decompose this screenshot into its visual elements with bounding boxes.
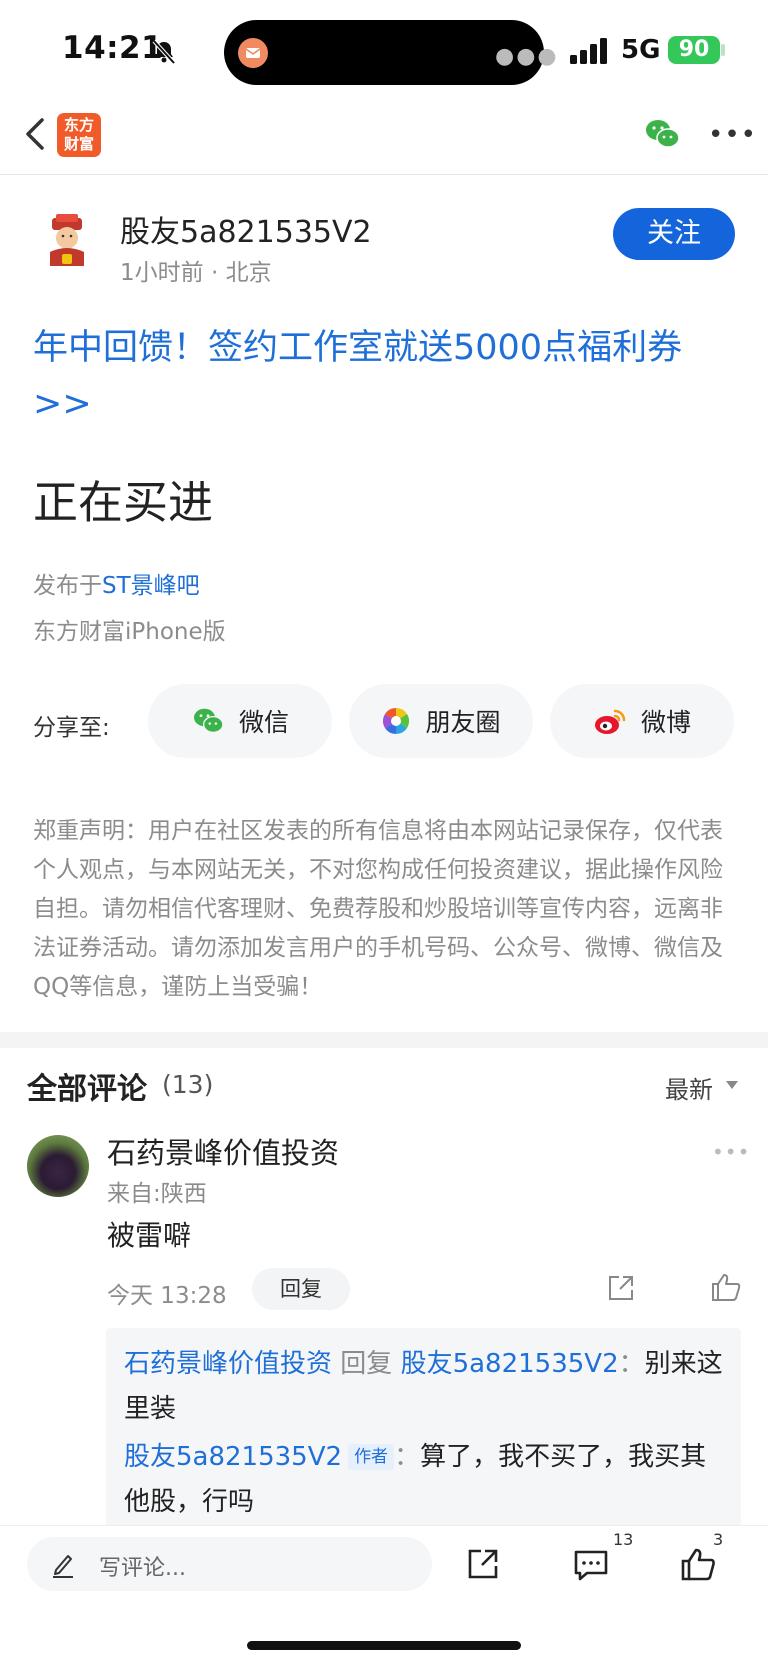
commenter-location: 来自:陕西 [107, 1181, 207, 1207]
share-label: 分享至: [33, 715, 110, 741]
reply-to[interactable]: 股友5a821535V2 [401, 1349, 619, 1379]
author-tag: 作者 [348, 1444, 395, 1470]
mail-icon [238, 38, 268, 68]
home-indicator[interactable] [247, 1641, 521, 1650]
follow-button[interactable]: 关注 [613, 208, 735, 260]
comment-more-icon[interactable]: ••• [712, 1140, 750, 1164]
post-title: 正在买进 [33, 476, 214, 529]
app-logo: 东方财富 [57, 113, 101, 157]
signal-icon [570, 38, 607, 64]
comments-count: (13) [162, 1070, 214, 1099]
battery-tip [721, 44, 725, 56]
moments-icon [383, 707, 410, 735]
comment-icon[interactable] [573, 1548, 609, 1582]
commenter-name[interactable]: 石药景峰价值投资 [107, 1130, 339, 1172]
battery-level: 90 [668, 36, 720, 64]
weibo-icon [594, 709, 626, 734]
more-dots-icon: ●●● [495, 44, 559, 69]
section-divider [0, 1032, 768, 1048]
comments-title: 全部评论 [27, 1072, 147, 1107]
author-avatar[interactable] [38, 212, 96, 270]
wechat-icon[interactable] [644, 118, 680, 150]
chevron-down-icon[interactable] [726, 1081, 738, 1089]
reply-from[interactable]: 石药景峰价值投资 [124, 1349, 332, 1379]
back-icon[interactable] [22, 112, 48, 156]
posted-in: 发布于ST景峰吧 [33, 566, 200, 600]
bell-muted-icon [152, 39, 176, 65]
post-client: 东方财富iPhone版 [33, 619, 226, 645]
more-icon[interactable]: ••• [708, 120, 757, 150]
sort-dropdown[interactable]: 最新 [665, 1070, 713, 1105]
pen-icon [53, 1555, 73, 1578]
share-icon[interactable] [466, 1547, 500, 1581]
comment-time: 今天 13:28 [107, 1283, 227, 1309]
share-moments-label: 朋友圈 [425, 708, 501, 737]
share-weibo-button[interactable]: 微博 [550, 684, 734, 758]
wechat-icon [193, 708, 224, 734]
reply-sep: ： [618, 1349, 645, 1379]
thumbs-up-icon[interactable] [710, 1272, 742, 1302]
share-moments-button[interactable]: 朋友圈 [349, 684, 533, 758]
share-wechat-label: 微信 [238, 708, 289, 737]
network-type: 5G [621, 35, 661, 65]
reply-item: 股友5a821535V2 作者 ：算了，我不买了，我买其他股，行吗 [124, 1435, 724, 1525]
like-count: 3 [713, 1530, 724, 1549]
reply-item: 石药景峰价值投资 回复 股友5a821535V2：别来这里装 [124, 1342, 724, 1432]
reply-button[interactable]: 回复 [252, 1268, 350, 1310]
comment-count: 13 [613, 1530, 634, 1549]
reply-verb: 回复 [340, 1349, 393, 1379]
comment-text: 被雷噼 [107, 1219, 192, 1252]
disclaimer: 郑重声明：用户在社区发表的所有信息将由本网站记录保存，仅代表个人观点，与本网站无… [33, 818, 723, 1000]
promo-link[interactable]: 年中回馈！签约工作室就送5000点福利券 >> [33, 320, 733, 432]
share-icon[interactable] [606, 1273, 636, 1303]
comment-input[interactable] [27, 1537, 432, 1591]
thumbs-up-icon[interactable] [680, 1546, 716, 1582]
bar-link[interactable]: ST景峰吧 [102, 573, 200, 599]
header-divider [0, 174, 768, 175]
share-weibo-label: 微博 [640, 708, 691, 737]
commenter-avatar[interactable] [27, 1135, 89, 1197]
status-time: 14:21 [62, 30, 164, 66]
reply-sep: ： [394, 1442, 421, 1472]
author-meta: 1小时前 · 北京 [120, 260, 272, 286]
share-wechat-button[interactable]: 微信 [148, 684, 332, 758]
author-name[interactable]: 股友5a821535V2 [120, 207, 372, 251]
posted-in-prefix: 发布于 [33, 573, 102, 599]
reply-from[interactable]: 股友5a821535V2 [124, 1442, 342, 1472]
comment-placeholder[interactable]: 写评论... [99, 1550, 186, 1582]
